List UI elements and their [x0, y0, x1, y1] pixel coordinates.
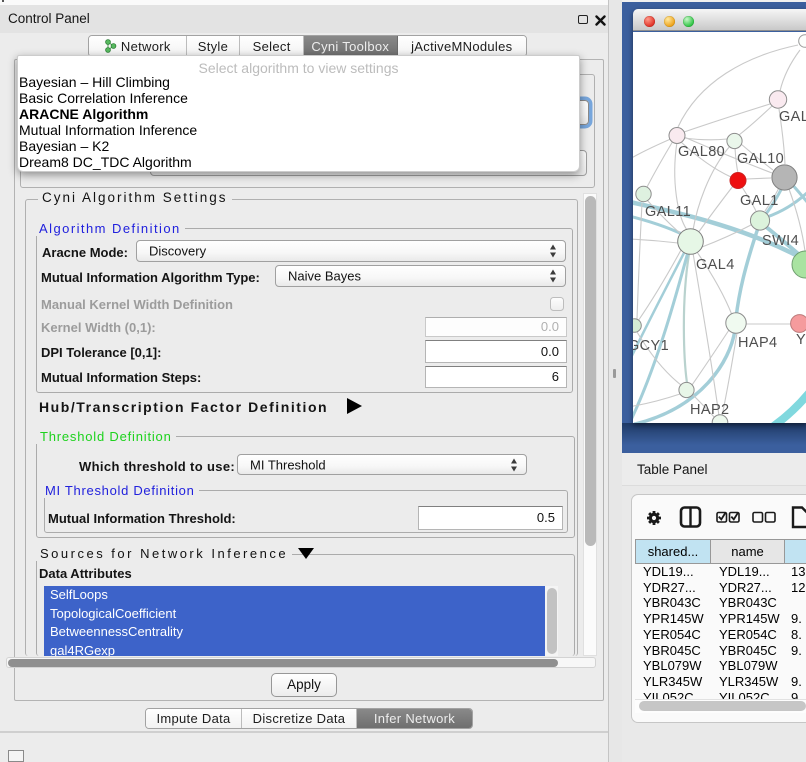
svg-text:GAL80: GAL80	[678, 144, 725, 160]
svg-text:SWI4: SWI4	[762, 233, 799, 249]
svg-text:GCY1: GCY1	[633, 338, 669, 354]
svg-text:GAL: GAL	[779, 109, 806, 125]
svg-text:GAL11: GAL11	[645, 204, 691, 220]
svg-text:GAL10: GAL10	[737, 151, 784, 167]
svg-text:GAL1: GAL1	[740, 193, 779, 209]
svg-text:HAP4: HAP4	[738, 335, 777, 351]
svg-text:Y: Y	[796, 332, 806, 348]
svg-text:GAL4: GAL4	[696, 257, 735, 273]
svg-text:HAP2: HAP2	[690, 402, 729, 418]
